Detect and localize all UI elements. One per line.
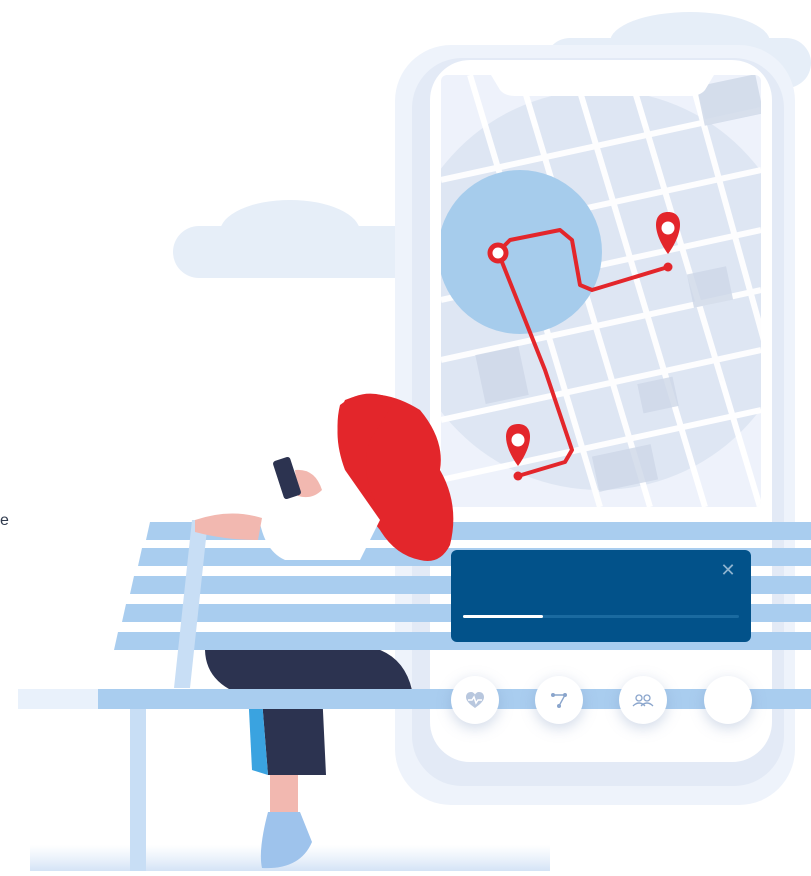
illustration-svg: [18, 12, 811, 871]
route-start-dot: [487, 242, 509, 264]
route-end-dot-2: [513, 471, 523, 481]
tab-blank[interactable]: [704, 676, 752, 724]
progress-bar-fill: [463, 615, 544, 618]
tab-route[interactable]: [535, 676, 583, 724]
illustration-scene: [0, 0, 811, 871]
route-end-dot: [663, 262, 673, 272]
route-icon: [550, 691, 568, 709]
progress-bar: [463, 615, 739, 618]
edge-letter: e: [0, 512, 9, 529]
tab-people[interactable]: [619, 676, 667, 724]
heart-icon: [465, 691, 485, 709]
people-icon: [632, 693, 654, 707]
tab-health[interactable]: [451, 676, 499, 724]
close-icon[interactable]: ✕: [717, 560, 739, 582]
map-screen: [441, 75, 761, 507]
phone-notch: [488, 70, 717, 96]
notification-card[interactable]: ✕: [451, 550, 751, 642]
